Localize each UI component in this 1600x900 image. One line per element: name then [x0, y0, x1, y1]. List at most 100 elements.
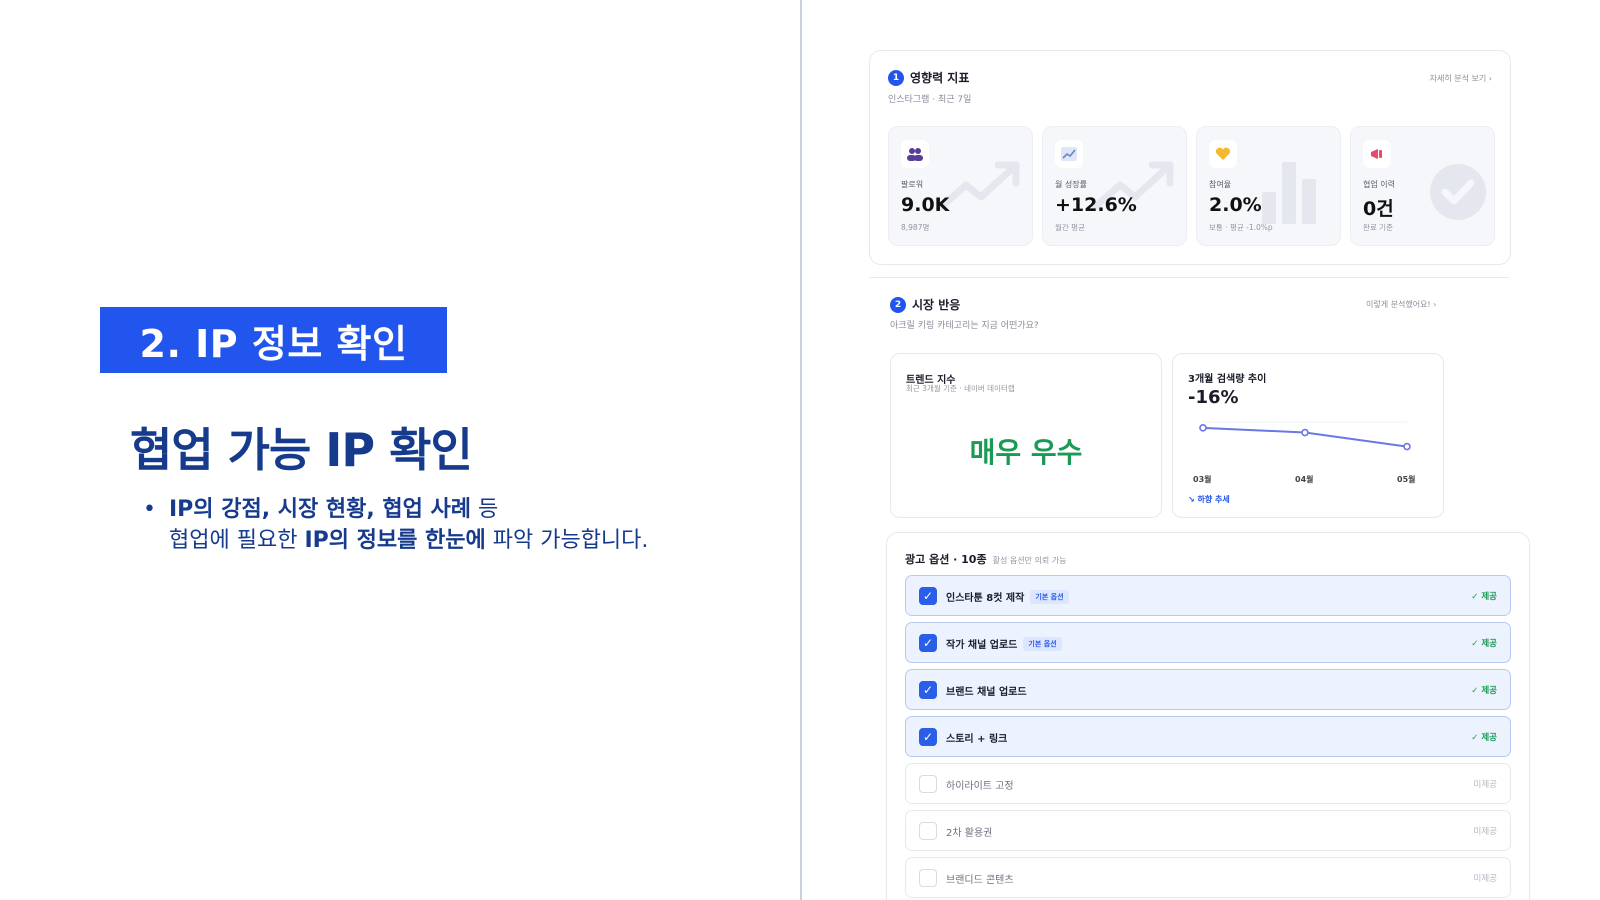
ad-option-label: 2차 활용권	[946, 828, 993, 839]
search-trend-chart	[1199, 421, 1411, 451]
section-separator	[869, 277, 1509, 278]
search-title: 3개월 검색량 추이	[1188, 374, 1267, 385]
default-option-badge: 기본 옵션	[1023, 636, 1062, 651]
checkbox-checked-icon[interactable]: ✓	[919, 587, 937, 605]
ad-option-row[interactable]: 브랜디드 콘텐츠 미제공	[905, 857, 1511, 898]
ad-option-row[interactable]: ✓ 브랜드 채널 업로드 ✓ 제공	[905, 669, 1511, 710]
bullet-line-2-post: 파악 가능합니다.	[485, 528, 649, 553]
stat-card-engagement: 참여율 2.0% 보통 · 평균 -1.0%p	[1196, 126, 1341, 246]
default-option-badge: 기본 옵션	[1030, 589, 1069, 604]
checkbox-checked-icon[interactable]: ✓	[919, 681, 937, 699]
ad-options-card: 광고 옵션 · 10종 활성 옵션만 의뢰 가능 ✓ 인스타툰 8컷 제작 기본 옵…	[886, 532, 1530, 900]
bullet-dot: •	[143, 497, 156, 522]
ad-option-row[interactable]: 2차 활용권 미제공	[905, 810, 1511, 851]
bullet-line-2-bold: IP의 정보를 한눈에	[304, 528, 486, 553]
ad-option-name: 브랜디드 콘텐츠	[946, 871, 1014, 886]
ad-option-status: ✓ 제공	[1471, 733, 1497, 743]
step-number-2: 2	[890, 296, 906, 313]
market-header: 2 시장 반응	[890, 296, 960, 313]
chart-icon	[1055, 140, 1083, 168]
ad-option-label: 브랜드 채널 업로드	[946, 687, 1027, 698]
bullet-line-2-pre: 협업에 필요한	[169, 528, 305, 553]
ad-option-label: 인스타툰 8컷 제작	[946, 593, 1025, 604]
ad-option-name: 하이라이트 고정	[946, 777, 1014, 792]
ad-option-row[interactable]: ✓ 인스타툰 8컷 제작 기본 옵션 ✓ 제공	[905, 575, 1511, 616]
analysis-method-link[interactable]: 이렇게 분석했어요! ›	[1366, 299, 1436, 310]
stat-caption: 완료 기준	[1363, 223, 1393, 232]
ad-option-status: ✓ 제공	[1471, 592, 1497, 602]
stat-caption: 8,987명	[901, 223, 930, 232]
checkbox-checked-icon[interactable]: ✓	[919, 728, 937, 746]
stat-value: +12.6%	[1055, 194, 1137, 216]
ad-options-subtitle: 활성 옵션만 의뢰 가능	[992, 556, 1067, 565]
market-title: 시장 반응	[912, 298, 961, 312]
slide-page: 2. IP 정보 확인 협업 가능 IP 확인 • IP의 강점, 시장 현황,…	[0, 0, 1600, 900]
heart-icon	[1209, 140, 1237, 168]
detail-analysis-link[interactable]: 자세히 분석 보기 ›	[1430, 73, 1492, 84]
ad-option-row[interactable]: ✓ 작가 채널 업로드 기본 옵션 ✓ 제공	[905, 622, 1511, 663]
ad-option-status: ✓ 제공	[1471, 686, 1497, 696]
data-point	[1199, 424, 1207, 432]
trend-note: ↘ 하향 추세	[1188, 495, 1230, 504]
trend-index-card: 트렌드 지수 최근 3개월 기준 · 네이버 데이터랩 매우 우수	[890, 353, 1162, 518]
data-point	[1301, 428, 1309, 437]
trend-up-icon	[937, 161, 1020, 211]
stat-caption: 월간 평균	[1055, 223, 1085, 232]
search-volume-card: 3개월 검색량 추이 -16% 03월 04월 05월 ↘ 하향 추세	[1172, 353, 1444, 518]
stat-card-growth: 월 성장률 +12.6% 월간 평균	[1042, 126, 1187, 246]
ad-option-label: 브랜디드 콘텐츠	[946, 875, 1014, 886]
users-icon	[901, 140, 929, 168]
slide-title: 협업 가능 IP 확인	[130, 423, 473, 477]
stat-label: 협업 이력	[1363, 180, 1395, 189]
ad-option-row[interactable]: 하이라이트 고정 미제공	[905, 763, 1511, 804]
stat-caption: 보통 · 평균 -1.0%p	[1209, 223, 1273, 232]
ad-option-label: 작가 채널 업로드	[946, 640, 1018, 651]
ad-option-name: 인스타툰 8컷 제작 기본 옵션	[946, 589, 1069, 604]
ad-options-header: 광고 옵션 · 10종 활성 옵션만 의뢰 가능	[905, 551, 1066, 567]
checkbox-checked-icon[interactable]: ✓	[919, 634, 937, 652]
ad-option-name: 2차 활용권	[946, 824, 992, 839]
ad-option-label: 하이라이트 고정	[946, 781, 1014, 792]
x-tick-label: 05월	[1397, 475, 1416, 484]
influence-title: 영향력 지표	[910, 71, 970, 85]
ad-option-name: 작가 채널 업로드 기본 옵션	[946, 636, 1062, 651]
x-tick-label: 04월	[1295, 475, 1314, 484]
x-tick-label: 03월	[1193, 475, 1212, 484]
data-point	[1403, 442, 1411, 451]
stat-label: 참여율	[1209, 180, 1232, 189]
bullet-line-1-rest: 등	[470, 497, 499, 522]
influence-card: 1 영향력 지표 인스타그램 · 최근 7일 자세히 분석 보기 › 팔로워 9…	[869, 50, 1511, 265]
ad-option-status: ✓ 제공	[1471, 639, 1497, 649]
stat-card-followers: 팔로워 9.0K 8,987명	[888, 126, 1033, 246]
ad-option-status: 미제공	[1473, 780, 1497, 790]
ad-option-name: 브랜드 채널 업로드	[946, 683, 1027, 698]
megaphone-icon	[1363, 140, 1391, 168]
stat-label: 월 성장률	[1055, 180, 1087, 189]
vertical-divider	[800, 0, 802, 900]
ad-option-status: 미제공	[1473, 874, 1497, 884]
trend-subtitle: 최근 3개월 기준 · 네이버 데이터랩	[906, 384, 1015, 393]
checkbox-unchecked-icon[interactable]	[919, 822, 937, 840]
stat-card-collab: 협업 이력 0건 완료 기준	[1350, 126, 1495, 246]
influence-header: 1 영향력 지표	[888, 69, 969, 86]
stat-value: 2.0%	[1209, 194, 1262, 216]
checkbox-unchecked-icon[interactable]	[919, 775, 937, 793]
ad-option-status: 미제공	[1473, 827, 1497, 837]
stat-label: 팔로워	[901, 180, 924, 189]
bar-chart-icon	[1262, 162, 1316, 224]
trend-value: 매우 우수	[969, 436, 1083, 469]
check-circle-icon	[1430, 164, 1486, 220]
ad-option-name: 스토리 + 링크	[946, 730, 1007, 745]
ad-option-row[interactable]: ✓ 스토리 + 링크 ✓ 제공	[905, 716, 1511, 757]
bullet-line-1-bold: IP의 강점, 시장 현황, 협업 사례	[169, 497, 471, 522]
market-subtitle: 아크릴 키링 카테고리는 지금 어떤가요?	[890, 321, 1039, 331]
checkbox-unchecked-icon[interactable]	[919, 869, 937, 887]
bullet-line-2: 협업에 필요한 IP의 정보를 한눈에 파악 가능합니다.	[169, 525, 648, 556]
step-number-1: 1	[888, 69, 904, 86]
bullet-line-1: IP의 강점, 시장 현황, 협업 사례 등	[169, 494, 648, 525]
ad-options-title: 광고 옵션 · 10종	[905, 553, 987, 566]
bullet-point: • IP의 강점, 시장 현황, 협업 사례 등 협업에 필요한 IP의 정보를…	[143, 494, 648, 556]
stat-value: 9.0K	[901, 194, 950, 216]
influence-subtitle: 인스타그램 · 최근 7일	[888, 95, 972, 105]
search-change: -16%	[1188, 387, 1239, 408]
